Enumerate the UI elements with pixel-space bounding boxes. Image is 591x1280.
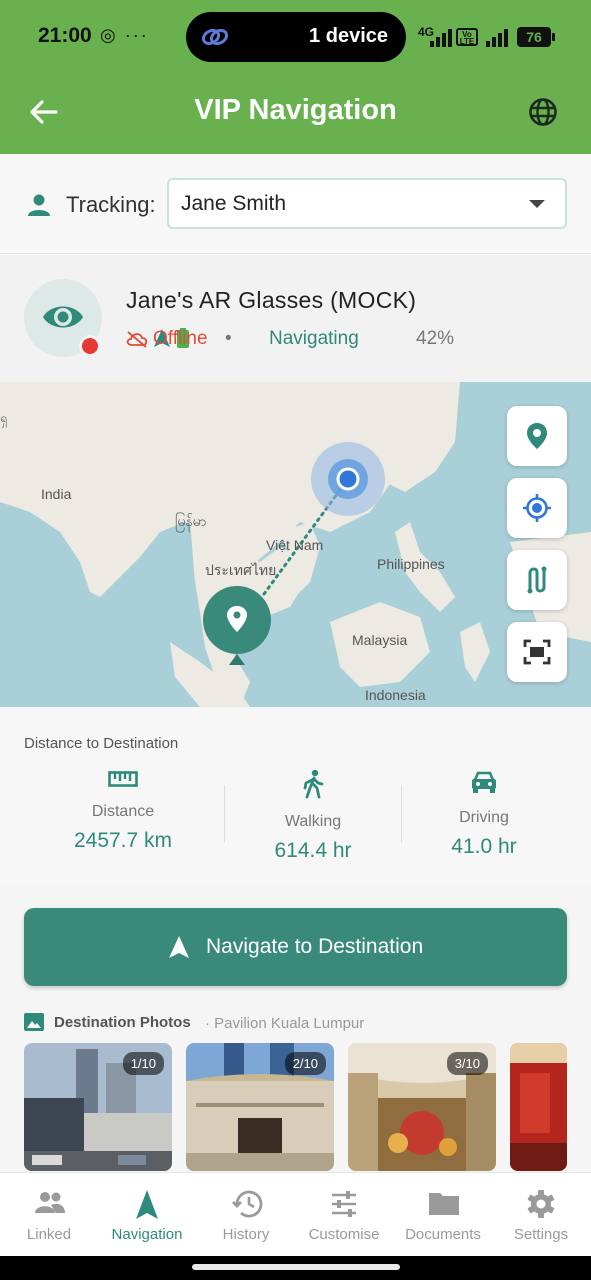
map-label-thailand: ประเทศไทย	[205, 562, 277, 578]
status-left-icons: ◎ ···	[100, 25, 149, 45]
bottom-navigation: Linked Navigation History Customise Docu…	[0, 1172, 591, 1256]
tab-navigation[interactable]: Navigation	[98, 1173, 196, 1257]
navigate-button-label: Navigate to Destination	[206, 935, 424, 958]
map-label-edge: ရှ	[0, 411, 7, 425]
battery-percent: 42%	[416, 328, 455, 349]
tab-linked[interactable]: Linked	[0, 1173, 98, 1257]
photos-header: Destination Photos · Pavilion Kuala Lump…	[24, 1012, 584, 1034]
offline-status-dot	[79, 335, 101, 357]
tab-customise[interactable]: Customise	[295, 1173, 393, 1257]
globe-icon[interactable]	[528, 97, 558, 127]
distance-panel: Distance to Destination Distance 2457.7 …	[0, 707, 591, 885]
show-destination-button[interactable]	[507, 406, 567, 466]
home-indicator[interactable]	[192, 1264, 400, 1270]
map-label-indonesia: Indonesia	[365, 687, 426, 703]
chevron-down-icon	[529, 200, 545, 208]
driving-stat: Driving 41.0 hr	[394, 769, 574, 859]
tab-label: History	[222, 1226, 270, 1243]
tracking-label: Tracking:	[66, 192, 156, 217]
driving-label: Driving	[459, 809, 509, 826]
route-icon	[527, 566, 547, 594]
history-icon	[232, 1190, 263, 1218]
navigate-button[interactable]: Navigate to Destination	[24, 908, 567, 986]
gesture-area	[0, 1256, 591, 1280]
ruler-icon	[108, 771, 138, 787]
distance-title: Distance to Destination	[24, 735, 179, 752]
distance-value: 2457.7 km	[73, 829, 173, 852]
tab-label: Navigation	[111, 1226, 183, 1243]
map-view[interactable]: India မြန်မာ Việt Nam ประเทศไทย Philippi…	[0, 382, 591, 707]
screen: 21:00 ◎ ··· 1 device 4G Vo LTE 76 VIP Na…	[0, 0, 591, 1280]
link-icon	[201, 28, 229, 46]
navigation-status: Navigating	[269, 328, 359, 349]
gear-icon	[527, 1190, 555, 1218]
map-label-vietnam: Việt Nam	[266, 537, 324, 553]
walking-label: Walking	[284, 813, 342, 830]
destination-photo[interactable]: 3/10	[348, 1043, 496, 1171]
navigation-arrow-icon	[169, 936, 189, 958]
driving-value: 41.0 hr	[451, 835, 517, 858]
my-location-button[interactable]	[507, 478, 567, 538]
location-pin-icon	[527, 423, 547, 449]
meta-separator: •	[225, 328, 232, 349]
eye-icon	[43, 306, 83, 328]
person-icon	[28, 194, 50, 216]
device-name: Jane's AR Glasses (MOCK)	[126, 287, 417, 313]
app-bar: 21:00 ◎ ··· 1 device 4G Vo LTE 76 VIP Na…	[0, 0, 591, 154]
navigation-arrow-icon	[136, 1190, 158, 1219]
distance-stat: Distance 2457.7 km	[33, 769, 213, 853]
status-time: 21:00	[38, 24, 92, 47]
image-icon	[24, 1013, 44, 1031]
tab-label: Customise	[308, 1226, 380, 1243]
photos-subtitle: · Pavilion Kuala Lumpur	[205, 1015, 365, 1032]
walking-value: 614.4 hr	[274, 839, 352, 862]
pill-text: 1 device	[309, 25, 388, 47]
tracking-row: Tracking: Jane Smith	[0, 154, 591, 254]
tab-label: Settings	[513, 1226, 569, 1243]
photos-title: Destination Photos	[54, 1014, 191, 1031]
tune-icon	[332, 1191, 356, 1217]
destination-photo[interactable]: 2/10	[186, 1043, 334, 1171]
signal-icon	[430, 27, 452, 47]
fit-bounds-icon	[523, 639, 551, 665]
tab-settings[interactable]: Settings	[492, 1173, 590, 1257]
device-card[interactable]: Jane's AR Glasses (MOCK) Offline • Navig…	[0, 255, 591, 382]
folder-icon	[429, 1193, 459, 1215]
map-label-myanmar: မြန်မာ	[175, 513, 207, 529]
photo-counter-badge: 2/10	[284, 1052, 326, 1075]
tab-label: Linked	[26, 1226, 72, 1243]
destination-photo[interactable]: 1/10	[24, 1043, 172, 1171]
map-label-philippines: Philippines	[377, 556, 445, 572]
status-bar: 21:00 ◎ ··· 1 device 4G Vo LTE 76	[0, 0, 591, 76]
connection-status: Offline	[153, 328, 208, 349]
map-label-india: India	[41, 486, 72, 502]
device-meta: Offline • Navigating 42%	[126, 328, 566, 352]
destination-photo[interactable]	[510, 1043, 567, 1171]
map-label-malaysia: Malaysia	[352, 632, 408, 648]
tracking-selected-value: Jane Smith	[181, 192, 287, 215]
battery-icon: 76	[517, 27, 555, 47]
page-title: VIP Navigation	[194, 94, 397, 126]
my-location-icon	[523, 494, 551, 522]
tab-documents[interactable]: Documents	[394, 1173, 492, 1257]
photo-counter-badge: 3/10	[446, 1052, 488, 1075]
walking-icon	[303, 769, 324, 799]
fit-bounds-button[interactable]	[507, 622, 567, 682]
walking-stat: Walking 614.4 hr	[223, 769, 403, 863]
photo-counter-badge: 1/10	[122, 1052, 164, 1075]
cloud-off-icon	[126, 331, 148, 348]
dynamic-pill[interactable]: 1 device	[186, 12, 406, 62]
volte-icon: Vo LTE	[456, 28, 478, 46]
distance-label: Distance	[91, 803, 155, 820]
route-button[interactable]	[507, 550, 567, 610]
tab-history[interactable]: History	[197, 1173, 295, 1257]
tab-label: Documents	[405, 1226, 481, 1243]
photo-4-image	[510, 1043, 567, 1171]
people-icon	[35, 1192, 65, 1213]
signal-icon-2	[486, 27, 508, 47]
tracking-select[interactable]: Jane Smith	[167, 178, 567, 229]
car-icon	[472, 771, 496, 793]
